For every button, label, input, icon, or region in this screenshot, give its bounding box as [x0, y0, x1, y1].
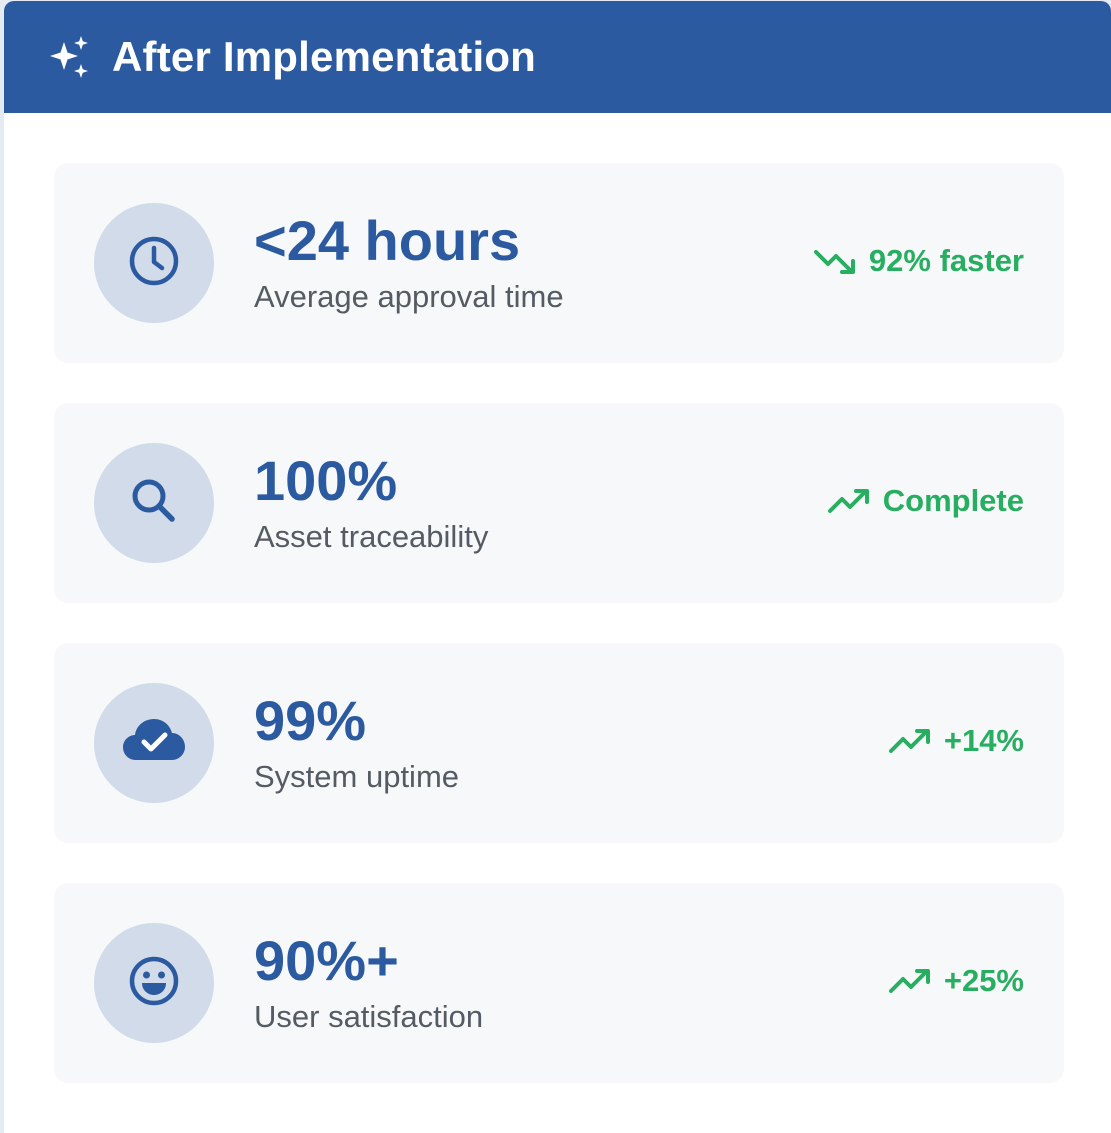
metric-user-satisfaction: 90%+ User satisfaction +25% [54, 883, 1064, 1083]
trend-down-icon [813, 246, 857, 276]
metric-label: System uptime [254, 759, 460, 794]
metric-trend-text: +25% [943, 963, 1024, 998]
metric-value: 90%+ [254, 929, 399, 992]
metric-value: 100% [254, 449, 398, 512]
clock-icon [128, 235, 180, 292]
card-header: After Implementation [4, 1, 1111, 113]
metric-icon-circle [94, 683, 214, 803]
metric-trend: 92% faster [813, 243, 1024, 279]
trend-up-icon [827, 486, 871, 516]
sparkles-icon [46, 34, 92, 80]
after-implementation-card: After Implementation <24 hours Average a… [4, 1, 1111, 1133]
metric-system-uptime: 99% System uptime +14% [54, 643, 1064, 843]
metric-value: 99% [254, 689, 367, 752]
metric-approval-time: <24 hours Average approval time 92% fast… [54, 163, 1064, 363]
metric-trend: Complete [827, 483, 1024, 519]
metric-trend-text: +14% [943, 723, 1024, 758]
metric-label: User satisfaction [254, 999, 484, 1034]
page-title: After Implementation [112, 33, 537, 80]
metric-trend: +14% [888, 723, 1024, 759]
metric-trend-text: 92% faster [868, 243, 1024, 278]
search-icon [128, 475, 180, 532]
trend-up-icon [888, 966, 932, 996]
trend-up-icon [888, 726, 932, 756]
metrics-list: <24 hours Average approval time 92% fast… [4, 113, 1111, 1083]
metric-label: Asset traceability [254, 519, 489, 554]
metric-icon-circle [94, 203, 214, 323]
metric-asset-traceability: 100% Asset traceability Complete [54, 403, 1064, 603]
metric-label: Average approval time [254, 279, 564, 314]
cloud-check-icon [122, 716, 186, 771]
metric-icon-circle [94, 923, 214, 1043]
metric-icon-circle [94, 443, 214, 563]
metric-value: <24 hours [254, 209, 521, 272]
metric-trend-text: Complete [882, 483, 1024, 518]
metric-trend: +25% [888, 963, 1024, 999]
smile-icon [128, 955, 180, 1012]
